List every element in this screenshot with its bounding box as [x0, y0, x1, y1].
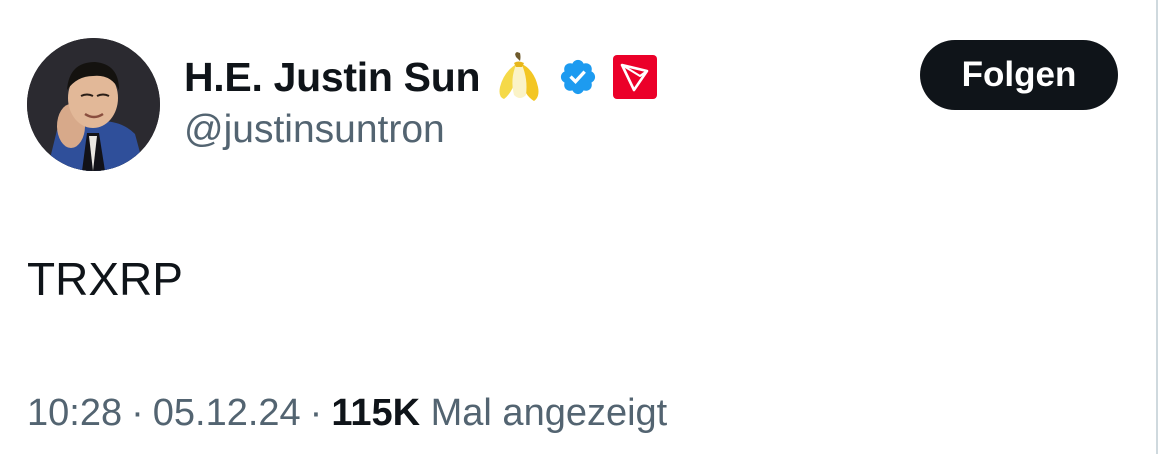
tron-logo-icon[interactable]	[612, 54, 658, 100]
tweet-date[interactable]: 05.12.24	[153, 392, 301, 435]
verified-badge-icon[interactable]	[558, 57, 598, 97]
avatar[interactable]	[27, 38, 160, 171]
tweet-text: TRXRP	[27, 253, 183, 305]
tweet-meta: 10:28 · 05.12.24 · 115K Mal angezeigt	[27, 392, 667, 435]
views-label: Mal angezeigt	[430, 392, 668, 434]
scrollbar-edge	[1156, 0, 1170, 454]
display-name[interactable]: H.E. Justin Sun	[184, 54, 481, 101]
avatar-photo	[27, 38, 160, 171]
separator-dot: ·	[309, 392, 323, 434]
views-count[interactable]: 115K	[331, 392, 420, 435]
user-handle[interactable]: @justinsuntron	[184, 108, 445, 152]
separator-dot: ·	[131, 392, 144, 434]
user-name-row: H.E. Justin Sun	[184, 50, 658, 104]
tweet-time[interactable]: 10:28	[27, 392, 122, 435]
banana-icon	[494, 51, 544, 103]
follow-button[interactable]: Folgen	[920, 40, 1118, 110]
